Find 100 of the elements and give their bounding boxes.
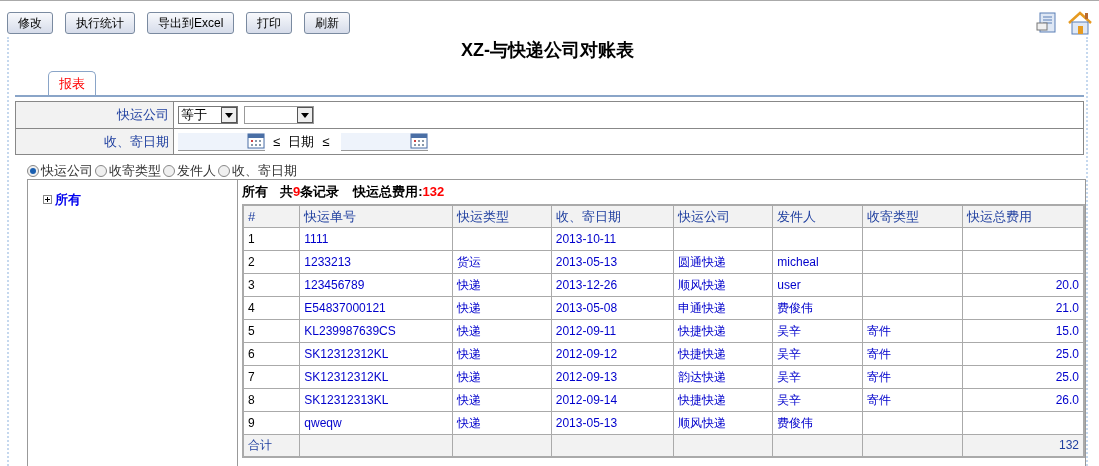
toolbar-button[interactable]: 修改 xyxy=(7,12,53,34)
toolbar-button[interactable]: 导出到Excel xyxy=(147,12,235,34)
table-cell: 9 xyxy=(248,415,255,430)
cost-label: 快运总费用: xyxy=(353,183,423,202)
table-cell: 3 xyxy=(248,277,255,292)
table-cell: KL239987639CS xyxy=(304,323,396,338)
table-cell: 快捷快递 xyxy=(677,392,726,407)
radio-label[interactable]: 收寄类型 xyxy=(109,161,161,181)
table-cell: 1233213 xyxy=(304,254,352,269)
table-cell: 6 xyxy=(248,346,255,361)
column-header: # xyxy=(243,205,300,227)
table-cell: 7 xyxy=(248,369,255,384)
table-cell: 快递 xyxy=(457,392,482,407)
table-cell: 123456789 xyxy=(304,277,365,292)
radio-button[interactable] xyxy=(27,165,39,177)
report-title: XZ-与快递公司对账表 xyxy=(460,39,635,62)
table-cell: 1 xyxy=(248,231,255,246)
table-cell: 2012-09-14 xyxy=(555,392,618,407)
table-cell: 2013-05-13 xyxy=(555,254,618,269)
table-cell: 寄件 xyxy=(867,392,892,407)
table-cell: 快捷快递 xyxy=(677,346,726,361)
table-cell: 顺风快递 xyxy=(677,415,726,430)
company-select[interactable] xyxy=(244,106,314,124)
table-cell: 吴辛 xyxy=(777,369,802,384)
total-cost: 132 xyxy=(422,183,445,202)
table-cell: 快递 xyxy=(457,346,482,361)
table-cell: 寄件 xyxy=(867,369,892,384)
start-date-field[interactable] xyxy=(178,132,265,151)
table-cell: SK12312312KL xyxy=(304,346,389,361)
table-cell: 2013-05-13 xyxy=(555,415,618,430)
report-tab[interactable]: 报表 xyxy=(48,71,96,95)
table-cell: 快递 xyxy=(457,369,482,384)
filter-label: 收、寄日期 xyxy=(16,129,174,154)
table-cell: SK12312312KL xyxy=(304,369,389,384)
column-header: 收寄类型 xyxy=(862,205,963,227)
table-cell: 快递 xyxy=(457,277,482,292)
table-cell: user xyxy=(777,277,801,292)
date-label: 日期 xyxy=(288,132,315,151)
calendar-icon[interactable] xyxy=(410,133,429,149)
table-cell: 25.0 xyxy=(1055,346,1079,361)
column-header: 发件人 xyxy=(772,205,863,227)
radio-button[interactable] xyxy=(163,165,175,177)
table-cell: 26.0 xyxy=(1055,392,1079,407)
expand-icon[interactable] xyxy=(43,195,52,205)
table-cell: 寄件 xyxy=(867,346,892,361)
column-header: 快运单号 xyxy=(299,205,453,227)
tree-item[interactable]: 所有 xyxy=(55,190,81,210)
radio-label[interactable]: 收、寄日期 xyxy=(232,161,297,181)
table-cell: 20.0 xyxy=(1055,277,1079,292)
table-cell: 费俊伟 xyxy=(777,300,814,315)
table-cell: SK12312313KL xyxy=(304,392,389,407)
table-cell: 1111 xyxy=(304,231,329,246)
table-cell: 快递 xyxy=(457,323,482,338)
toolbar-button[interactable]: 执行统计 xyxy=(65,12,135,34)
radio-button[interactable] xyxy=(218,165,230,177)
home-icon[interactable] xyxy=(1068,11,1092,35)
total-cell: 合计 xyxy=(248,438,272,453)
table-cell: 快递 xyxy=(457,415,482,430)
table-cell: 申通快递 xyxy=(677,300,726,315)
total-cell: 132 xyxy=(1058,438,1079,453)
table-cell: qweqw xyxy=(304,415,342,430)
less-equal-sign: ≤ xyxy=(273,132,281,151)
table-cell: 2013-10-11 xyxy=(555,231,617,246)
record-count: 9 xyxy=(293,183,301,202)
table-cell: 2 xyxy=(248,254,255,269)
filter-label: 快运公司 xyxy=(16,102,174,128)
table-cell: 快捷快递 xyxy=(677,323,726,338)
table-cell: 顺风快递 xyxy=(677,277,726,292)
operator-select[interactable]: 等于 xyxy=(178,106,238,124)
radio-label[interactable]: 快运公司 xyxy=(41,161,93,181)
table-cell: 2013-05-08 xyxy=(555,300,618,315)
column-header: 快运类型 xyxy=(452,205,552,227)
table-cell: 21.0 xyxy=(1055,300,1079,315)
table-cell: 2012-09-11 xyxy=(555,323,617,338)
radio-button[interactable] xyxy=(95,165,107,177)
document-icon[interactable] xyxy=(1036,12,1056,34)
table-cell: 4 xyxy=(248,300,255,315)
table-cell: 圆通快递 xyxy=(677,254,726,269)
table-cell: 2012-09-12 xyxy=(555,346,618,361)
calendar-icon[interactable] xyxy=(247,133,265,149)
table-cell: 费俊伟 xyxy=(777,415,814,430)
table-cell: 2012-09-13 xyxy=(555,369,618,384)
summary-count-suffix: 条记录 xyxy=(300,183,340,202)
toolbar-button[interactable]: 刷新 xyxy=(304,12,351,34)
table-cell: 25.0 xyxy=(1055,369,1079,384)
radio-label[interactable]: 发件人 xyxy=(177,161,216,181)
table-cell: 货运 xyxy=(457,254,482,269)
table-cell: 5 xyxy=(248,323,255,338)
summary-scope: 所有 xyxy=(242,183,268,202)
table-cell: E54837000121 xyxy=(304,300,386,315)
table-cell: 15.0 xyxy=(1055,323,1079,338)
table-cell: 吴辛 xyxy=(777,392,802,407)
toolbar-button[interactable]: 打印 xyxy=(246,12,293,34)
end-date-field[interactable] xyxy=(341,132,429,151)
table-cell: 吴辛 xyxy=(777,323,802,338)
table-cell: 快递 xyxy=(457,300,482,315)
column-header: 收、寄日期 xyxy=(551,205,674,227)
table-cell: 吴辛 xyxy=(777,346,802,361)
table-cell: micheal xyxy=(777,254,819,269)
summary-count-prefix: 共 xyxy=(280,183,293,202)
